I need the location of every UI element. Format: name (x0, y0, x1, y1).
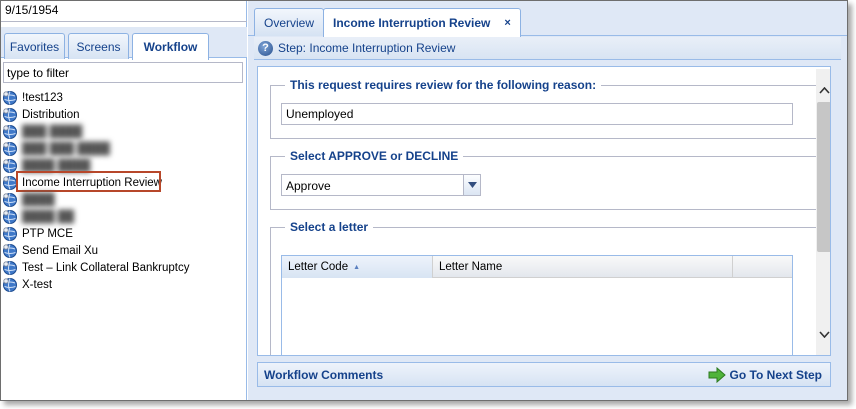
go-to-next-step-label: Go To Next Step (729, 367, 822, 382)
tree-item[interactable]: Test – Link Collateral Bankruptcy (1, 259, 247, 276)
tab-income-interruption-review-label: Income Interruption Review (333, 16, 491, 30)
gear-globe-icon (2, 141, 18, 157)
tree-item[interactable]: ███ ████ (1, 123, 247, 140)
column-letter-name[interactable]: Letter Name (433, 256, 733, 278)
reason-legend: This request requires review for the fol… (285, 78, 602, 92)
decision-legend: Select APPROVE or DECLINE (285, 149, 464, 163)
tree-item-label: !test123 (22, 91, 63, 104)
tree-item[interactable]: !test123 (1, 89, 247, 106)
letter-fieldset: Select a letter Letter Code ▲ Letter Nam… (270, 220, 830, 355)
tab-screens[interactable]: Screens (68, 33, 129, 59)
go-to-next-step-button[interactable]: Go To Next Step (708, 366, 822, 383)
scroll-up-icon[interactable] (816, 81, 830, 99)
tree-item[interactable]: ████ ████ (1, 157, 247, 174)
decision-value: Approve (286, 179, 331, 193)
tree-item-label: ████ ██ (22, 210, 75, 223)
app-window: 9/15/1954 Favorites Screens Workflow !te… (0, 0, 848, 401)
reason-field[interactable]: Unemployed (281, 103, 793, 125)
letter-grid-header: Letter Code ▲ Letter Name (282, 256, 792, 278)
tree-item[interactable]: Distribution (1, 106, 247, 123)
tab-favorites[interactable]: Favorites (4, 33, 65, 59)
close-icon[interactable]: × (504, 17, 510, 29)
right-panel: Overview Income Interruption Review × ? … (248, 1, 847, 400)
column-letter-code-label: Letter Code (288, 261, 349, 273)
workflow-tree: !test123 Distribution ███ ████ ███ ███ ████… (1, 89, 247, 293)
tree-item-label: Distribution (22, 108, 80, 121)
workflow-comments-bar: Workflow Comments Go To Next Step (257, 362, 831, 387)
tree-item-label: ████ ████ (22, 159, 91, 172)
step-header: ? Step: Income Interruption Review (254, 37, 841, 60)
vertical-scrollbar[interactable] (816, 69, 830, 355)
column-letter-code[interactable]: Letter Code ▲ (282, 256, 433, 278)
tree-item-label: Send Email Xu (22, 244, 99, 257)
help-icon[interactable]: ? (258, 40, 273, 56)
gear-globe-icon (2, 243, 18, 259)
tree-item-label: X-test (22, 278, 53, 291)
letter-legend: Select a letter (285, 220, 374, 234)
tree-item-label: ███ ███ ████ (22, 142, 110, 155)
gear-globe-icon (2, 260, 18, 276)
decision-select[interactable]: Approve (281, 174, 481, 196)
right-tab-bar: Overview Income Interruption Review × (248, 1, 847, 37)
chevron-down-icon[interactable] (463, 175, 480, 195)
tree-item[interactable]: Send Email Xu (1, 242, 247, 259)
letter-grid: Letter Code ▲ Letter Name (281, 255, 793, 355)
sort-ascending-icon: ▲ (353, 263, 361, 271)
tree-item[interactable]: ████ ██ (1, 208, 247, 225)
tree-item[interactable]: PTP MCE (1, 225, 247, 242)
column-letter-name-label: Letter Name (439, 261, 503, 273)
tab-workflow[interactable]: Workflow (132, 33, 209, 60)
decision-fieldset: Select APPROVE or DECLINE Approve (270, 149, 830, 210)
step-form: This request requires review for the fol… (257, 66, 831, 356)
tree-item-label: Test – Link Collateral Bankruptcy (22, 261, 190, 274)
gear-globe-icon (2, 90, 18, 106)
arrow-right-icon (708, 366, 726, 383)
gear-globe-icon (2, 277, 18, 293)
tree-item[interactable]: Income Interruption Review (1, 171, 247, 192)
tree-item[interactable]: ███ ███ ████ (1, 140, 247, 157)
tab-overview[interactable]: Overview (254, 8, 325, 36)
gear-globe-icon (2, 175, 18, 191)
tree-item-label: Income Interruption Review (22, 176, 162, 189)
tree-item-label: ████ (22, 193, 55, 206)
gear-globe-icon (2, 192, 18, 208)
tree-item-label: PTP MCE (22, 227, 73, 240)
step-title: Step: Income Interruption Review (278, 41, 456, 55)
filter-input[interactable] (3, 62, 243, 83)
tab-income-interruption-review[interactable]: Income Interruption Review × (323, 8, 521, 37)
gear-globe-icon (2, 107, 18, 123)
gear-globe-icon (2, 226, 18, 242)
gear-globe-icon (2, 124, 18, 140)
workflow-comments-title: Workflow Comments (264, 367, 384, 382)
reason-fieldset: This request requires review for the fol… (270, 78, 830, 139)
scroll-down-icon[interactable] (816, 325, 830, 343)
left-tab-bar: Favorites Screens Workflow (1, 27, 247, 60)
left-panel: 9/15/1954 Favorites Screens Workflow !te… (1, 1, 247, 400)
gear-globe-icon (2, 209, 18, 225)
tree-item-label: ███ ████ (22, 125, 83, 138)
gear-globe-icon (2, 158, 18, 174)
tree-item[interactable]: X-test (1, 276, 247, 293)
tab-overview-label: Overview (264, 15, 315, 30)
date-field[interactable]: 9/15/1954 (1, 1, 247, 22)
tree-item[interactable]: ████ (1, 191, 247, 208)
scroll-thumb[interactable] (817, 102, 830, 252)
